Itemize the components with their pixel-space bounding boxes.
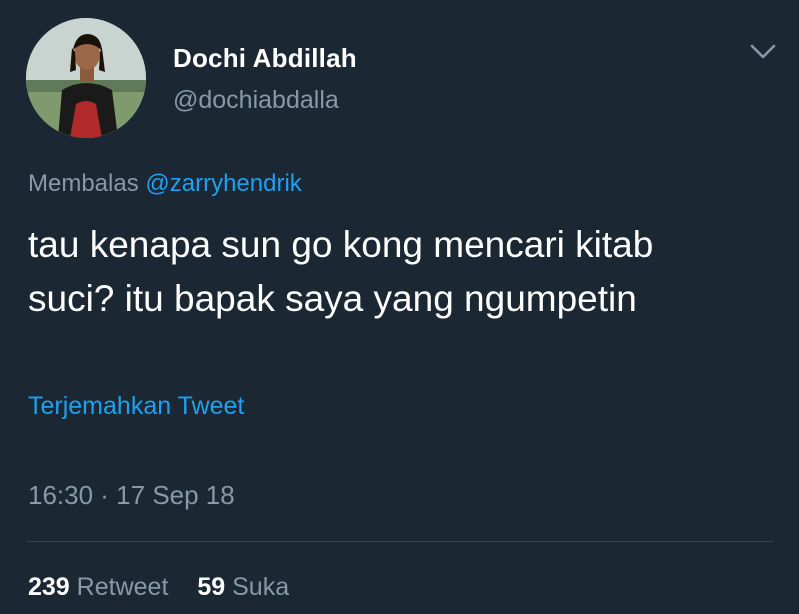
divider [26,541,774,542]
retweets-label: Retweet [76,573,169,601]
translate-tweet-link[interactable]: Terjemahkan Tweet [28,392,244,421]
likes-label: Suka [232,573,290,601]
tweet-text-line: suci? itu bapak saya yang ngumpetin [28,278,637,319]
tweet-text: tau kenapa sun go kong mencari kitab suc… [28,218,768,326]
tweet-text-line: tau kenapa sun go kong mencari kitab [28,224,654,265]
likes-count: 59 [197,573,226,601]
likes-stat[interactable]: 59 Suka [197,573,289,601]
reply-context: Membalas @zarryhendrik [28,170,302,198]
engagement-stats: 239 Retweet 59 Suka [28,573,289,602]
tweet-detail: Dochi Abdillah @dochiabdalla Membalas @z… [0,0,799,614]
retweets-stat[interactable]: 239 Retweet [28,573,175,601]
avatar-photo [26,18,146,138]
tweet-timestamp[interactable]: 16:30 · 17 Sep 18 [28,480,235,511]
avatar[interactable] [26,18,146,138]
display-name[interactable]: Dochi Abdillah [173,43,357,74]
chevron-down-icon[interactable] [748,36,778,66]
username-handle[interactable]: @dochiabdalla [173,86,339,115]
retweets-count: 239 [28,573,70,601]
reply-mention-link[interactable]: @zarryhendrik [145,170,301,197]
reply-prefix: Membalas [28,170,139,197]
